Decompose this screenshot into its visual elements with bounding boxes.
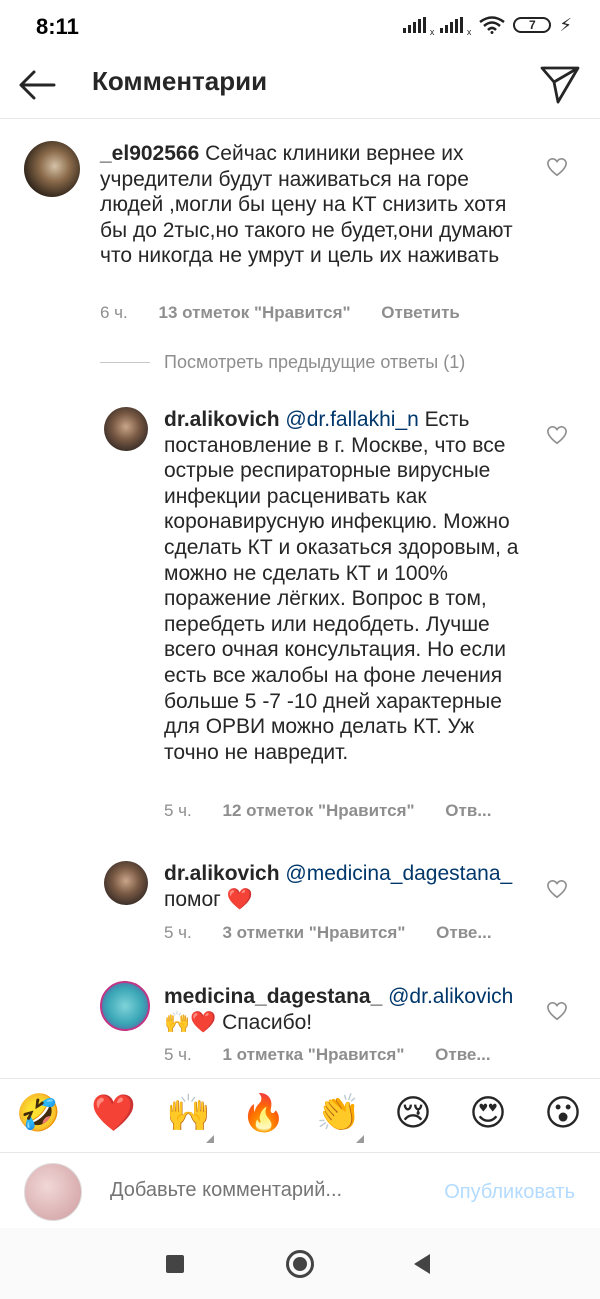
- avatar[interactable]: [104, 861, 148, 905]
- reply-time: 5 ч.: [164, 801, 192, 820]
- reply-meta: 5 ч. 3 отметки "Нравится" Отве...: [164, 923, 492, 943]
- header: Комментарии: [0, 52, 600, 119]
- reply-username[interactable]: dr.alikovich: [164, 408, 280, 431]
- like-heart-icon[interactable]: [546, 157, 568, 177]
- like-heart-icon[interactable]: [546, 425, 568, 445]
- view-previous-label[interactable]: Посмотреть предыдущие ответы (1): [164, 352, 465, 373]
- raised-hands-emoji-icon[interactable]: 🙌: [166, 1091, 211, 1135]
- reply-text: Есть постановление в г. Москве, что все …: [164, 408, 519, 764]
- battery-icon: 7: [513, 17, 552, 33]
- fire-emoji-icon[interactable]: 🔥: [241, 1091, 286, 1135]
- reply-meta: 5 ч. 12 отметок "Нравится" Отв...: [164, 801, 491, 821]
- avatar[interactable]: [24, 141, 80, 197]
- status-time: 8:11: [36, 14, 79, 39]
- signal-2-icon: [440, 17, 471, 37]
- my-avatar: [24, 1163, 82, 1221]
- recents-icon[interactable]: [166, 1255, 184, 1273]
- reply-username[interactable]: medicina_dagestana_: [164, 985, 382, 1008]
- likes-count[interactable]: 12 отметок "Нравится": [223, 801, 415, 820]
- heart-emoji-icon[interactable]: ❤️: [91, 1091, 136, 1135]
- emoji-quick-bar: 🤣 ❤️ 🙌 🔥 👏 😢 😍 😮: [0, 1078, 600, 1153]
- reply-button[interactable]: Отве...: [435, 1045, 490, 1064]
- reply-meta: 5 ч. 1 отметка "Нравится" Отве...: [164, 1045, 491, 1065]
- surprised-emoji-icon[interactable]: 😮: [541, 1091, 585, 1135]
- like-heart-icon[interactable]: [546, 879, 568, 899]
- reply-time: 5 ч.: [164, 923, 192, 942]
- comment-meta: 6 ч. 13 отметок "Нравится" Ответить: [100, 303, 460, 323]
- view-previous-replies[interactable]: Посмотреть предыдущие ответы (1): [100, 352, 465, 373]
- rofl-emoji-icon[interactable]: 🤣: [16, 1091, 61, 1135]
- likes-count[interactable]: 3 отметки "Нравится": [223, 923, 406, 942]
- back-arrow-icon[interactable]: [16, 64, 58, 106]
- reply-time: 5 ч.: [164, 1045, 192, 1064]
- reply-button[interactable]: Ответить: [381, 303, 460, 322]
- nav-back-icon[interactable]: [414, 1254, 430, 1274]
- clapping-emoji-icon[interactable]: 👏: [316, 1091, 361, 1135]
- charging-icon: ⚡: [559, 15, 572, 35]
- likes-count[interactable]: 1 отметка "Нравится": [223, 1045, 405, 1064]
- skin-tone-indicator-icon: [356, 1135, 364, 1143]
- reply-body: dr.alikovich @dr.fallakhi_n Есть постано…: [164, 407, 530, 765]
- signal-icon: [403, 17, 434, 37]
- like-heart-icon[interactable]: [546, 1001, 568, 1021]
- reply-button[interactable]: Отве...: [436, 923, 491, 942]
- divider-line: [100, 362, 150, 363]
- post-button[interactable]: Опубликовать: [444, 1181, 575, 1204]
- comment-time: 6 ч.: [100, 303, 128, 322]
- reply-text: помог ❤️: [164, 887, 253, 911]
- comment-username[interactable]: _el902566: [100, 142, 199, 165]
- avatar[interactable]: [104, 407, 148, 451]
- comment-input-bar: Опубликовать: [0, 1152, 600, 1229]
- reply-button[interactable]: Отв...: [445, 801, 491, 820]
- avatar[interactable]: [100, 981, 150, 1031]
- status-icons: 7 ⚡: [403, 15, 572, 37]
- status-bar: 8:11 7 ⚡: [0, 0, 600, 52]
- mention-link[interactable]: @dr.alikovich: [388, 985, 513, 1008]
- reply-text: 🙌❤️ Спасибо!: [164, 1010, 313, 1034]
- comment-body: _el902566 Сейчас клиники вернее их учред…: [100, 141, 520, 269]
- crying-emoji-icon[interactable]: 😢: [391, 1091, 435, 1135]
- send-icon[interactable]: [538, 62, 582, 106]
- reply-body: medicina_dagestana_ @dr.alikovich 🙌❤️ Сп…: [164, 984, 530, 1035]
- reply-body: dr.alikovich @medicina_dagestana_ помог …: [164, 861, 530, 912]
- reply-username[interactable]: dr.alikovich: [164, 862, 280, 885]
- home-icon[interactable]: [286, 1250, 314, 1278]
- system-nav-bar: [0, 1228, 600, 1299]
- heart-eyes-emoji-icon[interactable]: 😍: [466, 1091, 510, 1135]
- mention-link[interactable]: @medicina_dagestana_: [285, 862, 512, 885]
- page-title: Комментарии: [92, 66, 268, 96]
- wifi-icon: [479, 16, 506, 34]
- likes-count[interactable]: 13 отметок "Нравится": [159, 303, 351, 322]
- comment-input[interactable]: [110, 1179, 410, 1202]
- mention-link[interactable]: @dr.fallakhi_n: [285, 408, 418, 431]
- skin-tone-indicator-icon: [206, 1135, 214, 1143]
